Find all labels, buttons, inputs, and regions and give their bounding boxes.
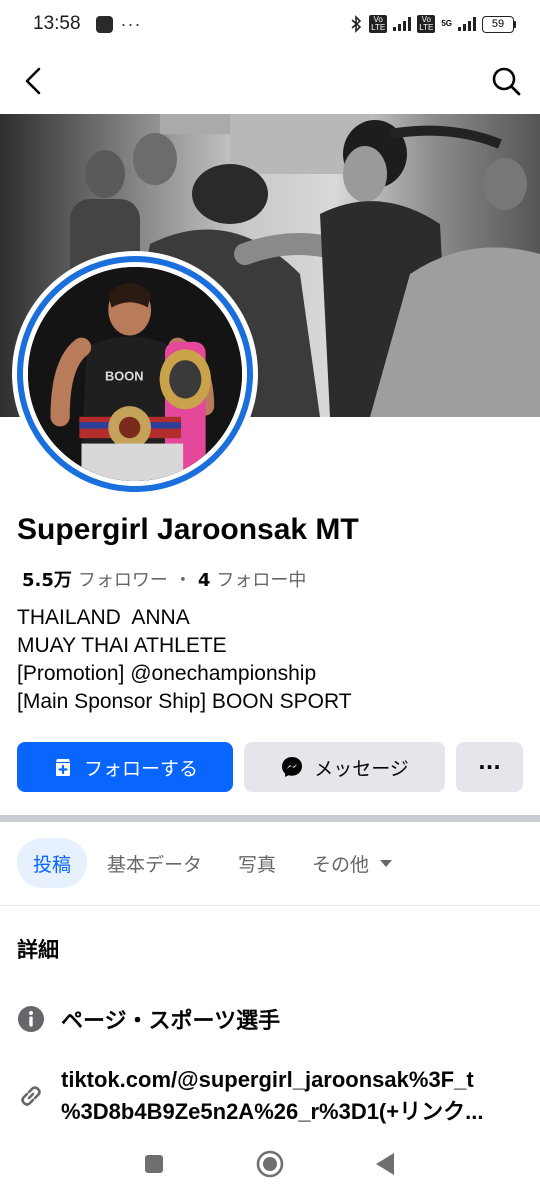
tab-about[interactable]: 基本データ (91, 838, 218, 888)
tab-more[interactable]: その他 (296, 838, 409, 888)
more-options-button[interactable]: ··· (456, 742, 523, 792)
search-icon[interactable] (488, 63, 524, 99)
network-type: 5G (441, 19, 452, 28)
page-category: ページ・スポーツ選手 (61, 1008, 281, 1033)
avatar-ring: BOON (17, 256, 253, 492)
details-heading: 詳細 (17, 938, 59, 962)
tab-photos-label: 写真 (238, 853, 277, 876)
bio-line: THAILAND ANNA (17, 606, 190, 629)
system-nav-bar (0, 1138, 540, 1199)
category-row: ページ・スポーツ選手 (17, 1005, 280, 1037)
follow-counts: 5.5万 フォロワー ・ 4 フォロー中 (22, 566, 306, 592)
link-row[interactable]: tiktok.com/@supergirl_jaroonsak%3F_t %3D… (17, 1064, 483, 1128)
follow-button[interactable]: フォローする (17, 742, 233, 792)
volte-badge-2: Vo LTE (417, 15, 436, 33)
message-button[interactable]: メッセージ (244, 742, 445, 792)
chevron-left-icon[interactable] (16, 63, 52, 99)
external-link-line: %3D8b4B9Ze5n2A%26_r%3D1(+リンク... (61, 1099, 484, 1124)
recent-apps-icon[interactable] (144, 1154, 164, 1174)
profile-tabs: 投稿 基本データ 写真 その他 (17, 838, 409, 888)
message-button-label: メッセージ (314, 757, 409, 780)
tab-posts[interactable]: 投稿 (17, 838, 88, 888)
messenger-icon (282, 757, 303, 777)
svg-text:BOON: BOON (105, 368, 143, 383)
caret-down-icon (380, 860, 393, 867)
battery-icon: 59 (482, 15, 516, 33)
more-notifications-icon: ··· (120, 13, 142, 34)
signal-icon (393, 17, 412, 31)
volte-badge: Vo LTE (369, 15, 388, 33)
followers-count[interactable]: 5.5万 (22, 566, 72, 592)
page-title: Supergirl Jaroonsak MT (17, 513, 359, 546)
bio-line: [Promotion] @onechampionship (17, 662, 317, 685)
section-divider (0, 815, 540, 822)
following-count[interactable]: 4 (198, 570, 211, 591)
external-link-line: tiktok.com/@supergirl_jaroonsak%3F_t (61, 1067, 474, 1092)
more-icon: ··· (478, 755, 501, 779)
counts-separator: ・ (173, 570, 192, 591)
tab-about-label: 基本データ (107, 853, 203, 876)
external-link[interactable]: tiktok.com/@supergirl_jaroonsak%3F_t %3D… (61, 1064, 483, 1128)
following-label[interactable]: フォロー中 (216, 566, 306, 592)
bio: THAILAND ANNA MUAY THAI ATHLETE [Promoti… (17, 604, 352, 716)
bluetooth-icon (351, 15, 362, 33)
bio-line: [Main Sponsor Ship] BOON SPORT (17, 690, 352, 713)
top-nav (0, 48, 540, 114)
tab-more-label: その他 (312, 853, 370, 876)
action-buttons: フォローする メッセージ ··· (17, 742, 523, 792)
followers-label[interactable]: フォロワー (78, 566, 168, 592)
follow-page-icon (55, 759, 70, 776)
tabs-divider (0, 905, 540, 906)
tab-posts-label: 投稿 (33, 853, 72, 876)
status-icons: Vo LTE Vo LTE 5G 59 (349, 15, 516, 33)
status-bar: 13:58 ··· Vo LTE Vo LTE 5G 59 (0, 0, 540, 48)
bio-line: MUAY THAI ATHLETE (17, 634, 227, 657)
notification-icon (95, 15, 113, 33)
back-nav-icon[interactable] (374, 1152, 396, 1176)
signal-icon-2 (458, 17, 476, 31)
profile-avatar[interactable]: BOON (12, 251, 258, 497)
info-icon (18, 1006, 44, 1032)
battery-level: 59 (482, 15, 514, 33)
tab-photos[interactable]: 写真 (222, 838, 292, 888)
avatar-image: BOON (28, 267, 242, 481)
status-time: 13:58 (33, 13, 81, 34)
link-icon (21, 1086, 41, 1106)
home-icon[interactable] (256, 1150, 284, 1178)
follow-button-label: フォローする (83, 757, 198, 780)
